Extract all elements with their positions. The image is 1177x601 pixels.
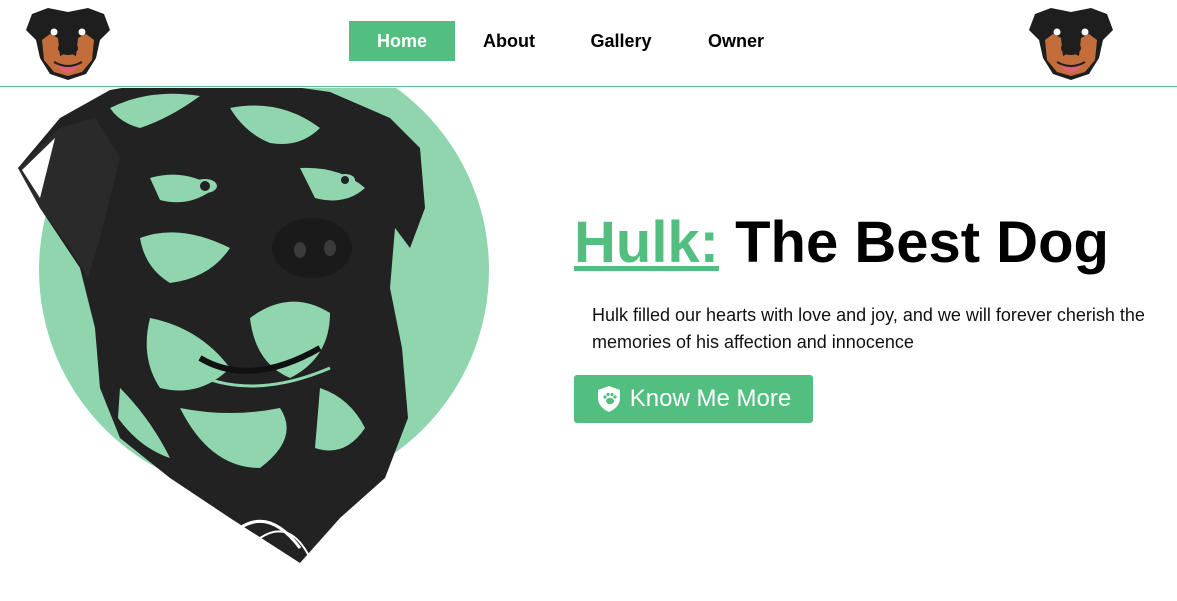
nav-home-link[interactable]: Home [349, 21, 455, 61]
navbar: Home About Gallery Owner [0, 0, 1177, 87]
rottweiler-illustration [18, 88, 489, 563]
rottweiler-logo-right [1029, 8, 1113, 80]
know-me-more-label: Know Me More [629, 385, 792, 412]
nav-gallery-link[interactable]: Gallery [563, 21, 679, 61]
rottweiler-logo-left[interactable] [22, 4, 114, 82]
hero-description: Hulk filled our hearts with love and joy… [592, 305, 1145, 352]
shield-paw-icon [597, 386, 620, 412]
nav-about-link[interactable]: About [455, 21, 563, 61]
hero-title: Hulk: The Best Dog [574, 208, 1109, 278]
hero-title-rest: The Best Dog [735, 210, 1109, 275]
main-nav: Home About Gallery Owner [349, 21, 793, 61]
nav-owner-link[interactable]: Owner [679, 21, 793, 61]
hero-title-accent[interactable]: Hulk: [574, 210, 719, 275]
know-me-more-button[interactable]: Know Me More [574, 375, 813, 423]
